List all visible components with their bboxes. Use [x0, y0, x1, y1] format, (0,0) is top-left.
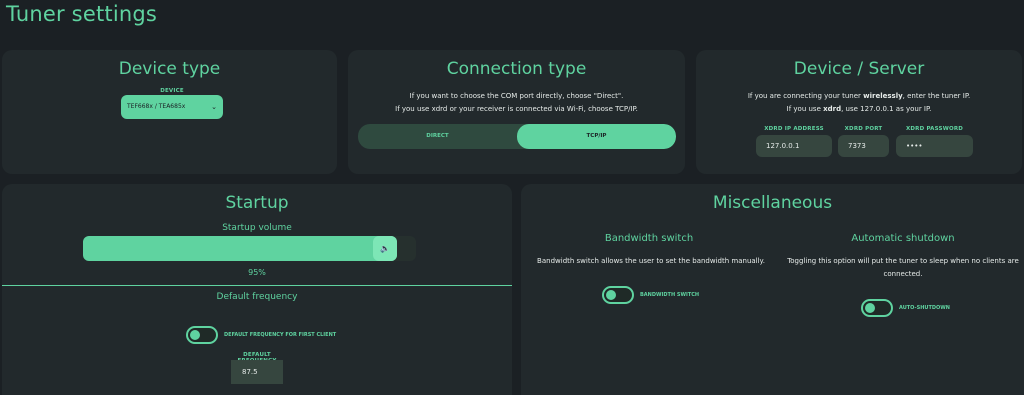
xdrd-port-input[interactable]: 7373: [838, 135, 889, 157]
xdrd-port-label: XDRD PORT: [844, 126, 883, 132]
miscellaneous-title: Miscellaneous: [712, 193, 833, 213]
toggle-knob: [190, 330, 200, 340]
speaker-icon[interactable]: 🔈: [373, 236, 397, 261]
miscellaneous-panel: Miscellaneous Bandwidth switch Bandwidth…: [521, 184, 1024, 395]
startup-volume-label: Startup volume: [222, 223, 292, 233]
device-server-title: Device / Server: [793, 59, 925, 79]
device-select[interactable]: TEF668x / TEA685x ⌄: [121, 95, 223, 119]
startup-volume-percent: 95%: [248, 268, 266, 277]
bandwidth-switch-title: Bandwidth switch: [604, 233, 694, 244]
device-server-panel: Device / Server If you are connecting yo…: [696, 50, 1022, 174]
xdrd-password-input[interactable]: ••••: [896, 135, 973, 157]
connection-desc-line1: If you want to choose the COM port direc…: [409, 92, 624, 100]
default-frequency-input[interactable]: 87.5: [231, 360, 283, 384]
server-desc-line1: If you are connecting your tuner wireles…: [747, 92, 971, 100]
volume-fill: [83, 236, 397, 261]
connection-desc-line2: If you use xdrd or your receiver is conn…: [395, 105, 638, 113]
toggle-knob: [865, 303, 875, 313]
chevron-down-icon: ⌄: [211, 103, 217, 111]
xdrd-ip-input[interactable]: 127.0.0.1: [756, 135, 832, 157]
direct-option[interactable]: DIRECT: [358, 124, 517, 149]
divider: [2, 285, 512, 286]
startup-panel: Startup Startup volume 🔈 95% Default fre…: [2, 184, 512, 395]
auto-shutdown-toggle-label: AUTO-SHUTDOWN: [899, 305, 950, 311]
startup-title: Startup: [225, 193, 289, 213]
default-frequency-title: Default frequency: [216, 292, 298, 302]
tcpip-option[interactable]: TCP/IP: [517, 124, 676, 149]
device-label: DEVICE: [160, 88, 184, 94]
bandwidth-switch-toggle-label: BANDWIDTH SWITCH: [640, 292, 700, 298]
server-desc-line2: If you use xdrd, use 127.0.0.1 as your I…: [786, 105, 932, 113]
xdrd-password-label: XDRD PASSWORD: [905, 126, 964, 132]
automatic-shutdown-description: Toggling this option will put the tuner …: [787, 257, 1019, 278]
auto-shutdown-toggle[interactable]: [861, 299, 893, 317]
connection-type-toggle: DIRECT TCP/IP: [358, 124, 676, 149]
toggle-knob: [606, 290, 616, 300]
page-title: Tuner settings: [6, 2, 158, 26]
startup-volume-slider[interactable]: 🔈: [83, 236, 416, 261]
xdrd-ip-label: XDRD IP ADDRESS: [764, 126, 824, 132]
device-server-description: If you are connecting your tuner wireles…: [696, 90, 1022, 116]
connection-type-title: Connection type: [446, 59, 587, 79]
device-type-panel: Device type DEVICE TEF668x / TEA685x ⌄: [2, 50, 337, 174]
device-type-title: Device type: [118, 59, 221, 79]
device-select-value: TEF668x / TEA685x: [127, 103, 186, 110]
automatic-shutdown-title: Automatic shutdown: [851, 233, 955, 244]
default-frequency-toggle[interactable]: [186, 326, 218, 344]
bandwidth-switch-description: Bandwidth switch allows the user to set …: [537, 257, 765, 265]
connection-type-description: If you want to choose the COM port direc…: [348, 90, 685, 116]
bandwidth-switch-toggle[interactable]: [602, 286, 634, 304]
connection-type-panel: Connection type If you want to choose th…: [348, 50, 685, 174]
default-frequency-toggle-label: DEFAULT FREQUENCY FOR FIRST CLIENT: [224, 332, 337, 338]
